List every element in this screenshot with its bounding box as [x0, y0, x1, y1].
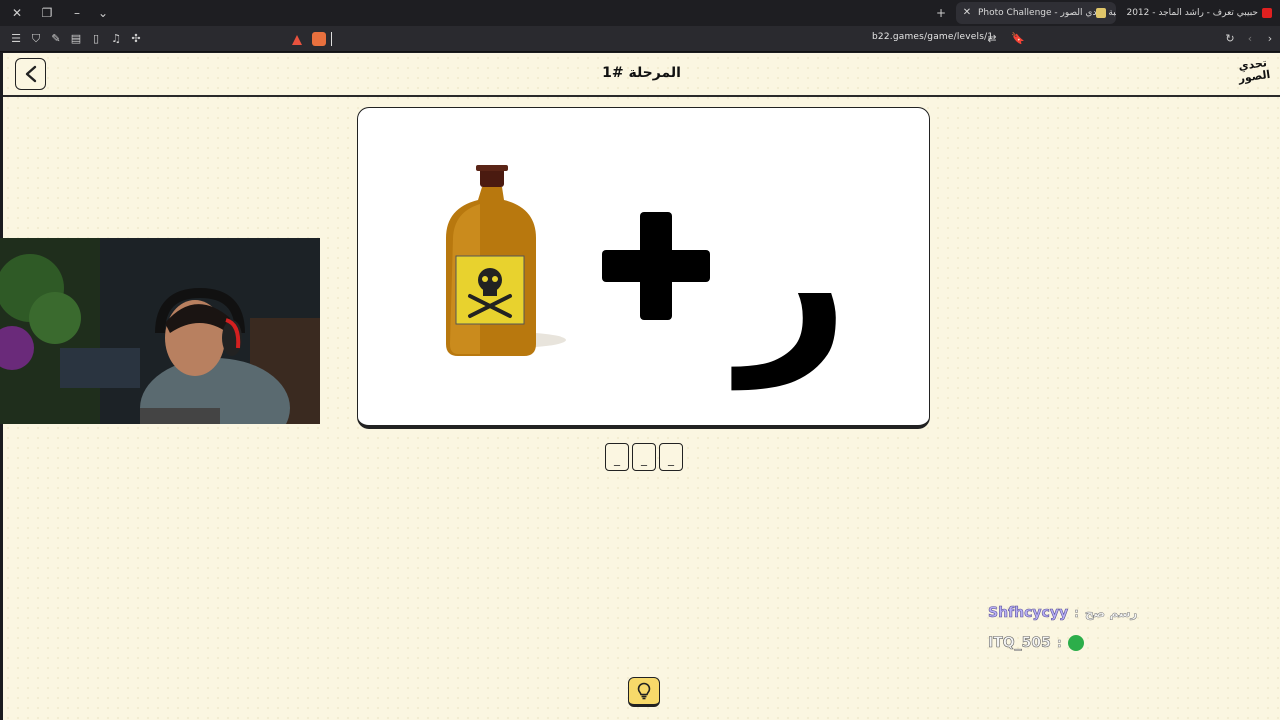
sidebar-icon[interactable]: ▯	[88, 31, 104, 47]
browser-tab-bar: ✕ ❐ – ⌄ + ✕Photo Challenge - لعبة تحدي ا…	[0, 0, 1280, 26]
brave-rewards-icon[interactable]	[290, 32, 304, 46]
chat-separator: :	[1056, 636, 1062, 651]
chat-text: رسم صح	[1084, 606, 1138, 621]
tab-title: حبيبي تعرف - راشد الماجد - 2012 - YouTub…	[1124, 8, 1258, 18]
address-bar-url[interactable]: b22.games/game/levels/1	[872, 32, 993, 42]
minimize-window-icon[interactable]: –	[68, 4, 86, 22]
music-icon[interactable]: ♫	[108, 31, 124, 47]
reload-icon[interactable]: ↻	[1222, 31, 1238, 47]
shield-icon[interactable]: ⛉	[28, 31, 44, 47]
chat-username: ITQ_505	[988, 635, 1051, 652]
text-cursor	[331, 32, 332, 46]
answer-slot[interactable]: _	[659, 443, 683, 471]
game-logo[interactable]: تحدي الصور	[1234, 56, 1274, 92]
answer-slot[interactable]: _	[605, 443, 629, 471]
extensions-icon[interactable]: ✣	[128, 31, 144, 47]
close-window-icon[interactable]: ✕	[8, 4, 26, 22]
streamer-webcam	[0, 238, 320, 424]
pin-icon[interactable]: ✎	[48, 31, 64, 47]
menu-icon[interactable]: ☰	[8, 31, 24, 47]
tab-list-chevron-icon[interactable]: ⌄	[94, 4, 112, 22]
back-nav-icon[interactable]: ‹	[1242, 31, 1258, 47]
tab-youtube[interactable]: حبيبي تعرف - راشد الماجد - 2012 - YouTub…	[1124, 2, 1280, 24]
lightbulb-icon	[637, 682, 651, 700]
hint-button[interactable]	[628, 677, 660, 707]
close-tab-icon[interactable]: ✕	[960, 2, 974, 24]
forward-nav-icon[interactable]: ›	[1262, 31, 1278, 47]
plus-icon	[602, 212, 710, 320]
new-tab-button[interactable]: +	[932, 4, 950, 22]
green-emote-icon	[1067, 635, 1084, 651]
arabic-letter: ر	[731, 168, 848, 390]
restore-window-icon[interactable]: ❐	[38, 4, 56, 22]
level-title: المرحلة #1	[602, 65, 681, 81]
answer-slots: _ _ _	[605, 443, 683, 471]
answer-slot[interactable]: _	[632, 443, 656, 471]
chat-username: Shfhcycyy	[988, 605, 1069, 622]
tab-photo-challenge[interactable]: ✕Photo Challenge - لعبة تحدي الصور	[956, 2, 1116, 24]
puzzle-image: ر	[446, 165, 849, 390]
site-settings-icon[interactable]: ⇄	[984, 31, 1000, 47]
bookmark-icon[interactable]: 🔖	[1010, 31, 1026, 47]
chat-message: ITQ_505 :	[988, 628, 1268, 658]
brave-shield-icon[interactable]	[312, 32, 326, 46]
tabs-icon[interactable]: ▤	[68, 31, 84, 47]
webcam-feed	[0, 238, 320, 424]
stream-chat-overlay: Shfhcycyy : رسم صح ITQ_505 :	[988, 598, 1268, 658]
poison-bottle-icon	[446, 165, 566, 356]
game-header: المرحلة #1 تحدي الصور	[3, 53, 1280, 97]
youtube-favicon-icon	[1262, 7, 1272, 18]
tab-favicon-icon	[1096, 8, 1106, 18]
chat-message: Shfhcycyy : رسم صح	[988, 598, 1268, 628]
puzzle-card: ر	[357, 107, 930, 429]
browser-toolbar: ☰ ⛉ ✎ ▤ ▯ ♫ ✣ b22.games/game/levels/1 ⇄ …	[0, 26, 1280, 52]
chat-separator: :	[1074, 606, 1079, 621]
